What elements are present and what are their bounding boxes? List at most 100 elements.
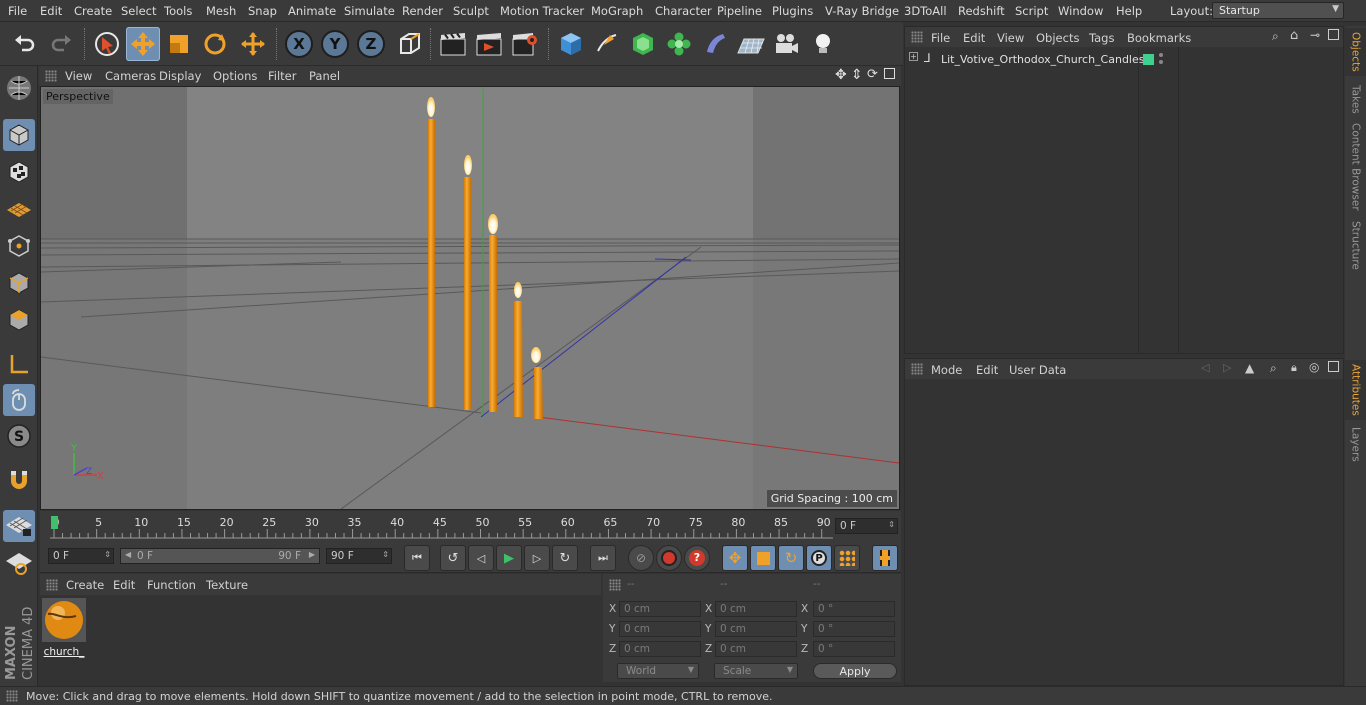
menu-mesh[interactable]: Mesh [206,4,236,18]
tab-content-browser[interactable]: Content Browser [1345,122,1366,212]
autokeying-button[interactable] [656,545,682,571]
current-frame-field[interactable]: 0 F ⇕ [835,518,898,534]
coordinate-system-button[interactable] [393,27,427,61]
point-level-key-button[interactable] [834,545,860,571]
go-to-end-button[interactable]: ⏭ [590,545,616,571]
rotation-key-button[interactable]: ↻ [778,545,804,571]
menu-simulate[interactable]: Simulate [344,4,395,18]
menu-window[interactable]: Window [1058,4,1103,18]
apply-button[interactable]: Apply [813,663,897,679]
material-menu-create[interactable]: Create [66,578,104,592]
playhead-marker[interactable] [51,516,58,529]
material-menu-texture[interactable]: Texture [206,578,248,592]
viewport-menu-filter[interactable]: Filter [268,69,296,83]
material-menu-function[interactable]: Function [147,578,196,592]
cursor-arrow-icon[interactable]: ▲ [1245,361,1254,375]
objects-menu-objects[interactable]: Objects [1036,31,1079,45]
menu-snap[interactable]: Snap [248,4,277,18]
pos-z-field[interactable]: 0 cm [619,641,701,657]
locked-workplane-button[interactable] [3,548,35,580]
floor-button[interactable] [734,27,768,61]
edges-mode-button[interactable] [3,267,35,299]
rotate-tool-button[interactable] [198,27,232,61]
timeline-ruler[interactable]: 051015202530354045505560657075808590 0 F… [40,511,901,543]
redo-button[interactable] [44,27,78,61]
pos-y-field[interactable]: 0 cm [619,621,701,637]
render-settings-button[interactable] [508,27,542,61]
menu-tools[interactable]: Tools [164,4,192,18]
pos-x-field[interactable]: 0 cm [619,601,701,617]
menu-plugins[interactable]: Plugins [772,4,813,18]
deformer-button[interactable] [698,27,732,61]
layout-select[interactable]: Startup ▼ [1212,2,1344,19]
tab-objects[interactable]: Objects [1345,28,1366,76]
go-to-next-key-button[interactable]: ↻ [552,545,578,571]
link-icon[interactable]: ⊸ [1310,28,1320,42]
workplane-mode-button[interactable] [3,193,35,225]
rot-y-field[interactable]: 0 ° [813,621,895,637]
home-icon[interactable]: ⌂ [1290,28,1298,43]
objects-menu-tags[interactable]: Tags [1089,31,1114,45]
search-icon[interactable]: ⌕ [1272,29,1279,44]
target-icon[interactable]: ◎ [1309,360,1319,374]
menu-mograph[interactable]: MoGraph [591,4,643,18]
polygons-mode-button[interactable] [3,304,35,336]
viewport-pan-icon[interactable]: ✥ [835,67,847,83]
material-menu-edit[interactable]: Edit [113,578,135,592]
start-frame-field[interactable]: 0 F ⇕ [48,548,114,564]
x-axis-lock-button[interactable]: X [285,30,313,58]
camera-button[interactable] [770,27,804,61]
layer-color-swatch[interactable] [1143,54,1154,65]
attributes-menu-edit[interactable]: Edit [976,363,998,377]
size-y-field[interactable]: 0 cm [715,621,797,637]
axis-mode-button[interactable] [3,348,35,380]
scale-key-button[interactable] [750,545,776,571]
menu-sculpt[interactable]: Sculpt [453,4,489,18]
make-editable-button[interactable] [3,72,35,104]
lock-icon[interactable]: 🔒︎ [1291,361,1297,375]
viewport-maximize-icon[interactable] [884,68,895,79]
menu-animate[interactable]: Animate [288,4,336,18]
z-axis-lock-button[interactable]: Z [357,30,385,58]
objects-menu-view[interactable]: View [997,31,1024,45]
step-backward-button[interactable]: ◁ [468,545,494,571]
texture-mode-button[interactable] [3,156,35,188]
panel-grip[interactable] [46,579,58,591]
end-frame-field[interactable]: 90 F ⇕ [326,548,392,564]
solo-button[interactable]: S [3,420,35,452]
menu-3dtoall[interactable]: 3DToAll [904,4,947,18]
expand-plus-icon[interactable]: + [909,52,918,61]
y-axis-lock-button[interactable]: Y [321,30,349,58]
go-to-start-button[interactable]: ⏮ [404,545,430,571]
tab-attributes[interactable]: Attributes [1345,360,1366,420]
object-row[interactable]: + ⅃ Lit_Votive_Orthodox_Church_Candles [905,51,1343,69]
panel-grip[interactable] [609,579,621,591]
tweak-mode-button[interactable] [3,384,35,416]
viewport-menu-cameras[interactable]: Cameras [105,69,156,83]
go-to-previous-key-button[interactable]: ↺ [440,545,466,571]
tab-structure[interactable]: Structure [1345,218,1366,272]
render-visibility-dot[interactable] [1159,60,1163,64]
menu-character[interactable]: Character [655,4,712,18]
menu-motion-tracker[interactable]: Motion Tracker [500,4,584,18]
keyframe-selection-button[interactable]: ? [684,545,710,571]
render-to-picture-viewer-button[interactable] [472,27,506,61]
viewport-menu-display[interactable]: Display [159,69,201,83]
menu-create[interactable]: Create [74,4,112,18]
editor-visibility-dot[interactable] [1159,53,1163,57]
cube-primitive-button[interactable] [554,27,588,61]
camera-label[interactable]: Perspective [43,89,113,104]
snap-button[interactable] [3,464,35,496]
menu-edit[interactable]: Edit [40,4,62,18]
model-mode-button[interactable] [3,119,35,151]
size-z-field[interactable]: 0 cm [715,641,797,657]
objects-menu-bookmarks[interactable]: Bookmarks [1127,31,1191,45]
live-selection-button[interactable] [90,27,124,61]
menu-render[interactable]: Render [402,4,443,18]
tab-takes[interactable]: Takes [1345,80,1366,118]
scale-tool-button[interactable] [162,27,196,61]
record-active-objects-button[interactable]: ⊘ [628,545,654,571]
menu-file[interactable]: File [8,4,27,18]
menu-vray-bridge[interactable]: V-Ray Bridge [825,4,899,18]
cloner-button[interactable] [662,27,696,61]
